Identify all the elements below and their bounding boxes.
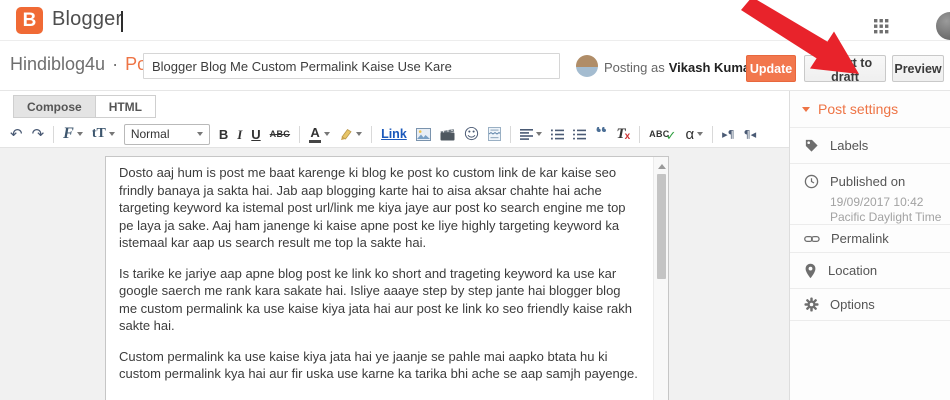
film-clapper-icon — [440, 128, 455, 140]
rtl-direction-button[interactable]: ¶◂ — [744, 129, 757, 140]
bullet-list-button[interactable] — [573, 128, 587, 140]
bold-button[interactable]: B — [219, 128, 228, 141]
text-cursor — [121, 11, 123, 32]
ltr-direction-button[interactable]: ▸¶ — [722, 129, 735, 140]
blogger-logo-letter: B — [22, 10, 37, 31]
sidebar-item-permalink[interactable]: Permalink — [790, 225, 950, 253]
blog-name[interactable]: Hindiblog4u — [10, 54, 105, 75]
strikethrough-button[interactable]: ABC — [270, 129, 290, 139]
numbered-list-icon — [551, 129, 565, 139]
paragraph-format-select[interactable]: Normal — [123, 123, 210, 145]
color-bar — [309, 139, 322, 143]
edit-bar: Compose HTML ↶ ↷ F tT Normal B I U ABC A… — [0, 91, 789, 148]
post-body-text[interactable]: Dosto aaj hum is post me baat karenge ki… — [119, 164, 642, 400]
google-apps-grid-icon[interactable] — [874, 19, 889, 34]
align-lines-icon — [520, 128, 534, 140]
chevron-down-icon — [536, 132, 543, 136]
toolbar-divider — [53, 125, 55, 143]
location-pin-icon — [804, 263, 817, 279]
collapse-triangle-icon — [802, 106, 810, 112]
editor-scrollbar[interactable] — [653, 157, 668, 400]
tab-compose[interactable]: Compose — [13, 95, 96, 118]
permalink-icon — [804, 233, 820, 245]
app-title: Blogger — [52, 8, 123, 30]
chevron-down-icon — [356, 132, 363, 136]
toolbar-divider — [510, 125, 512, 143]
insert-video-button[interactable] — [440, 128, 455, 141]
insert-link-button[interactable]: Link — [381, 128, 407, 141]
page-break-icon — [488, 127, 502, 141]
highlight-color-button[interactable] — [339, 127, 363, 141]
scrollbar-up-arrow-icon[interactable] — [658, 164, 666, 169]
numbered-list-button[interactable] — [551, 129, 565, 140]
underline-button[interactable]: U — [251, 128, 260, 141]
tab-html[interactable]: HTML — [94, 95, 157, 118]
breadcrumb: Hindiblog4u · Post — [10, 54, 161, 75]
update-button[interactable]: Update — [746, 55, 796, 82]
posting-as-prefix: Posting as — [604, 60, 665, 75]
account-avatar[interactable] — [936, 12, 950, 40]
post-title-input[interactable] — [143, 53, 560, 79]
spellcheck-button[interactable]: ABC ✓ — [649, 126, 676, 143]
blogger-logo: B — [16, 7, 43, 34]
preview-button[interactable]: Preview — [892, 55, 944, 82]
scrollbar-thumb[interactable] — [657, 174, 666, 279]
paragraph: Custom permalink ka use kaise kiya jata … — [119, 348, 638, 382]
highlighter-icon — [341, 128, 352, 140]
toolbar-divider — [639, 125, 641, 143]
post-header-bar: Hindiblog4u · Post Posting asVikash Kuma… — [0, 41, 950, 91]
gear-icon — [804, 297, 819, 312]
bullet-list-icon — [573, 128, 587, 140]
paragraph: Is tarike ke jariye aap apne blog post k… — [119, 265, 633, 334]
chevron-down-icon — [324, 132, 331, 136]
image-icon — [415, 127, 431, 141]
post-settings-header[interactable]: Post settings — [790, 91, 950, 128]
blogger-post-editor: B Blogger Hindiblog4u · Post Posting asV… — [0, 0, 950, 400]
insert-jump-break-button[interactable] — [488, 127, 502, 141]
published-on-label: Published on — [830, 174, 906, 189]
revert-to-draft-button[interactable]: Revert to draft — [804, 55, 886, 84]
alignment-button[interactable] — [520, 128, 543, 140]
toolbar-divider — [299, 125, 301, 143]
toolbar-divider — [371, 125, 373, 143]
formatting-toolbar: ↶ ↷ F tT Normal B I U ABC A Link ☺ “ T x… — [10, 122, 789, 146]
post-body-editor[interactable]: Dosto aaj hum is post me baat karenge ki… — [105, 156, 669, 400]
sidebar-item-options[interactable]: Options — [790, 289, 950, 321]
undo-icon[interactable]: ↶ — [10, 126, 23, 142]
mode-tabs: Compose HTML — [13, 95, 157, 118]
paragraph: Dosto aaj hum is post me baat karenge ki… — [119, 165, 626, 250]
italic-button[interactable]: I — [237, 128, 242, 141]
transliteration-button[interactable]: α — [685, 127, 704, 142]
breadcrumb-separator: · — [112, 54, 119, 74]
sidebar-item-labels[interactable]: Labels — [790, 128, 950, 164]
label-icon — [804, 138, 819, 153]
chevron-down-icon — [196, 132, 203, 136]
toolbar-divider — [712, 125, 714, 143]
chevron-down-icon — [76, 132, 83, 136]
font-button[interactable]: F — [63, 126, 83, 142]
quote-button[interactable]: “ — [595, 127, 607, 141]
redo-icon[interactable]: ↷ — [32, 126, 45, 142]
remove-formatting-button[interactable]: Tx — [616, 126, 630, 142]
insert-emoticon-button[interactable]: ☺ — [464, 126, 480, 142]
published-datetime: 19/09/2017 10:42 Pacific Daylight Time — [830, 195, 942, 224]
sidebar-item-location[interactable]: Location — [790, 253, 950, 289]
sidebar-item-published-on[interactable]: Published on 19/09/2017 10:42 Pacific Da… — [790, 164, 950, 225]
chevron-down-icon — [697, 132, 704, 136]
text-color-button[interactable]: A — [309, 126, 331, 143]
topbar: B Blogger — [0, 0, 950, 41]
apps-grid-glyph — [874, 19, 889, 34]
post-settings-sidebar: Post settings Labels Published on 19/09/… — [789, 91, 950, 400]
clock-icon — [804, 174, 819, 189]
chevron-down-icon — [108, 132, 115, 136]
insert-image-button[interactable] — [415, 127, 431, 141]
posting-avatar — [576, 55, 598, 77]
font-size-button[interactable]: tT — [92, 127, 115, 141]
